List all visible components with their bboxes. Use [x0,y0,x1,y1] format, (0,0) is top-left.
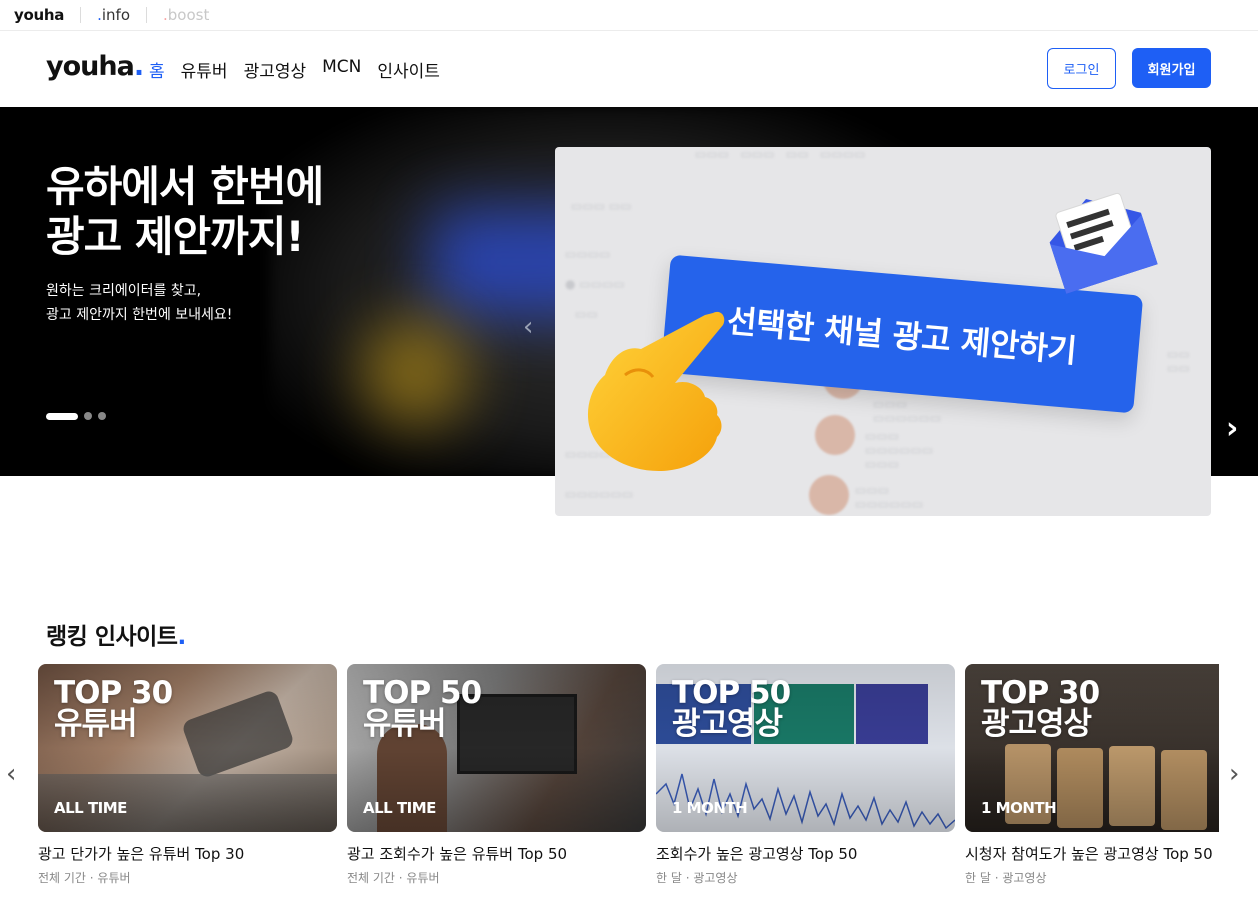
slide-dot[interactable] [84,412,92,420]
card-rank-label: TOP 50 광고영상 [672,675,791,742]
nav-youtuber[interactable]: 유튜버 [181,57,228,82]
blurred-text: ▭▭▭▭ [565,247,611,261]
card-title[interactable]: 시청자 참여도가 높은 광고영상 Top 50 [965,843,1219,864]
divider [80,7,82,23]
nav-insight[interactable]: 인사이트 [377,57,440,82]
main-nav: 홈 유튜버 광고영상 MCN 인사이트 [149,57,440,82]
avatar [815,415,855,455]
pointing-hand-icon [587,311,725,471]
nav-ad-video[interactable]: 광고영상 [244,57,307,82]
blurred-text: ● ▭▭▭▭ [565,277,625,291]
blurred-text: ▭▭▭ ▭▭▭ ▭▭ ▭▭▭▭ [695,147,866,161]
card-meta: 전체 기간 · 유튜버 [347,871,440,885]
blurred-text: ▭▭▭▭ [1167,347,1190,375]
card-title[interactable]: 광고 조회수가 높은 유튜버 Top 50 [347,843,646,864]
nav-mcn[interactable]: MCN [322,57,361,82]
card-rank-label: TOP 30 유튜버 [54,675,173,742]
ranking-card[interactable]: TOP 50 광고영상 1 MONTH 조회수가 높은 광고영상 Top 50 한… [656,664,955,886]
card-period: 1 MONTH [672,799,748,817]
youha-logo[interactable]: youha. [46,51,144,82]
hero-subtitle: 원하는 크리에이터를 찾고, 광고 제안까지 한번에 보내세요! [46,283,233,323]
chevron-left-icon[interactable]: ‹ [523,312,533,342]
blurred-text: ▭▭▭ ▭▭ [571,199,632,213]
slide-indicator [46,412,106,420]
card-meta: 전체 기간 · 유튜버 [38,871,131,885]
card-period: 1 MONTH [981,799,1057,817]
slide-dot-active[interactable] [46,412,78,420]
card-thumbnail[interactable]: TOP 50 광고영상 1 MONTH [656,664,955,832]
envelope-icon [1049,192,1158,294]
ranking-card[interactable]: TOP 30 광고영상 1 MONTH 시청자 참여도가 높은 광고영상 Top … [965,664,1219,886]
blurred-text: ▭▭▭ ▭▭▭▭▭▭ [873,397,942,425]
card-title[interactable]: 조회수가 높은 광고영상 Top 50 [656,843,955,864]
hero-backdrop-blob [360,317,470,427]
slide-dot[interactable] [98,412,106,420]
card-meta: 한 달 · 광고영상 [965,871,1047,885]
chevron-right-icon[interactable]: › [1229,759,1239,789]
blurred-text: ▭▭▭▭▭▭ [565,487,634,501]
card-rank-label: TOP 30 광고영상 [981,675,1100,742]
card-thumbnail[interactable]: TOP 30 광고영상 1 MONTH [965,664,1219,832]
divider [146,7,147,23]
chevron-left-icon[interactable]: ‹ [6,759,16,789]
youha-boost-link[interactable]: .boost [163,6,209,24]
card-period: ALL TIME [54,799,127,817]
hero-title: 유하에서 한번에 광고 제안까지! [46,162,324,261]
card-title[interactable]: 광고 단가가 높은 유튜버 Top 30 [38,843,337,864]
ranking-carousel: TOP 30 유튜버 ALL TIME 광고 단가가 높은 유튜버 Top 30 … [38,664,1219,894]
youha-info-link[interactable]: .info [97,6,130,24]
card-thumbnail[interactable]: TOP 50 유튜버 ALL TIME [347,664,646,832]
section-title: 랭킹 인사이트. [46,624,186,650]
service-switcher-bar: youha .info .boost [0,0,1258,31]
site-header: youha. 홈 유튜버 광고영상 MCN 인사이트 로그인 회원가입 [0,31,1258,107]
ranking-card[interactable]: TOP 30 유튜버 ALL TIME 광고 단가가 높은 유튜버 Top 30 … [38,664,337,886]
youha-link[interactable]: youha [14,6,64,24]
card-period: ALL TIME [363,799,436,817]
ranking-card[interactable]: TOP 50 유튜버 ALL TIME 광고 조회수가 높은 유튜버 Top 50… [347,664,646,886]
blurred-text: ▭▭▭ ▭▭▭▭▭▭ ▭▭▭ [865,429,934,471]
card-thumbnail[interactable]: TOP 30 유튜버 ALL TIME [38,664,337,832]
nav-home[interactable]: 홈 [149,57,165,82]
avatar [809,475,849,515]
blurred-text: ▭▭▭ ▭▭▭▭▭▭ [855,483,924,511]
signup-button[interactable]: 회원가입 [1132,48,1211,88]
hero-illustration: ▭▭▭ ▭▭ ▭▭▭ ▭▭▭ ▭▭ ▭▭▭▭ ▭▭▭▭ ● ▭▭▭▭ ▭▭ ▭▭… [555,147,1211,516]
card-meta: 한 달 · 광고영상 [656,871,738,885]
login-button[interactable]: 로그인 [1047,48,1116,89]
chevron-right-icon[interactable]: › [1226,411,1238,446]
card-rank-label: TOP 50 유튜버 [363,675,482,742]
